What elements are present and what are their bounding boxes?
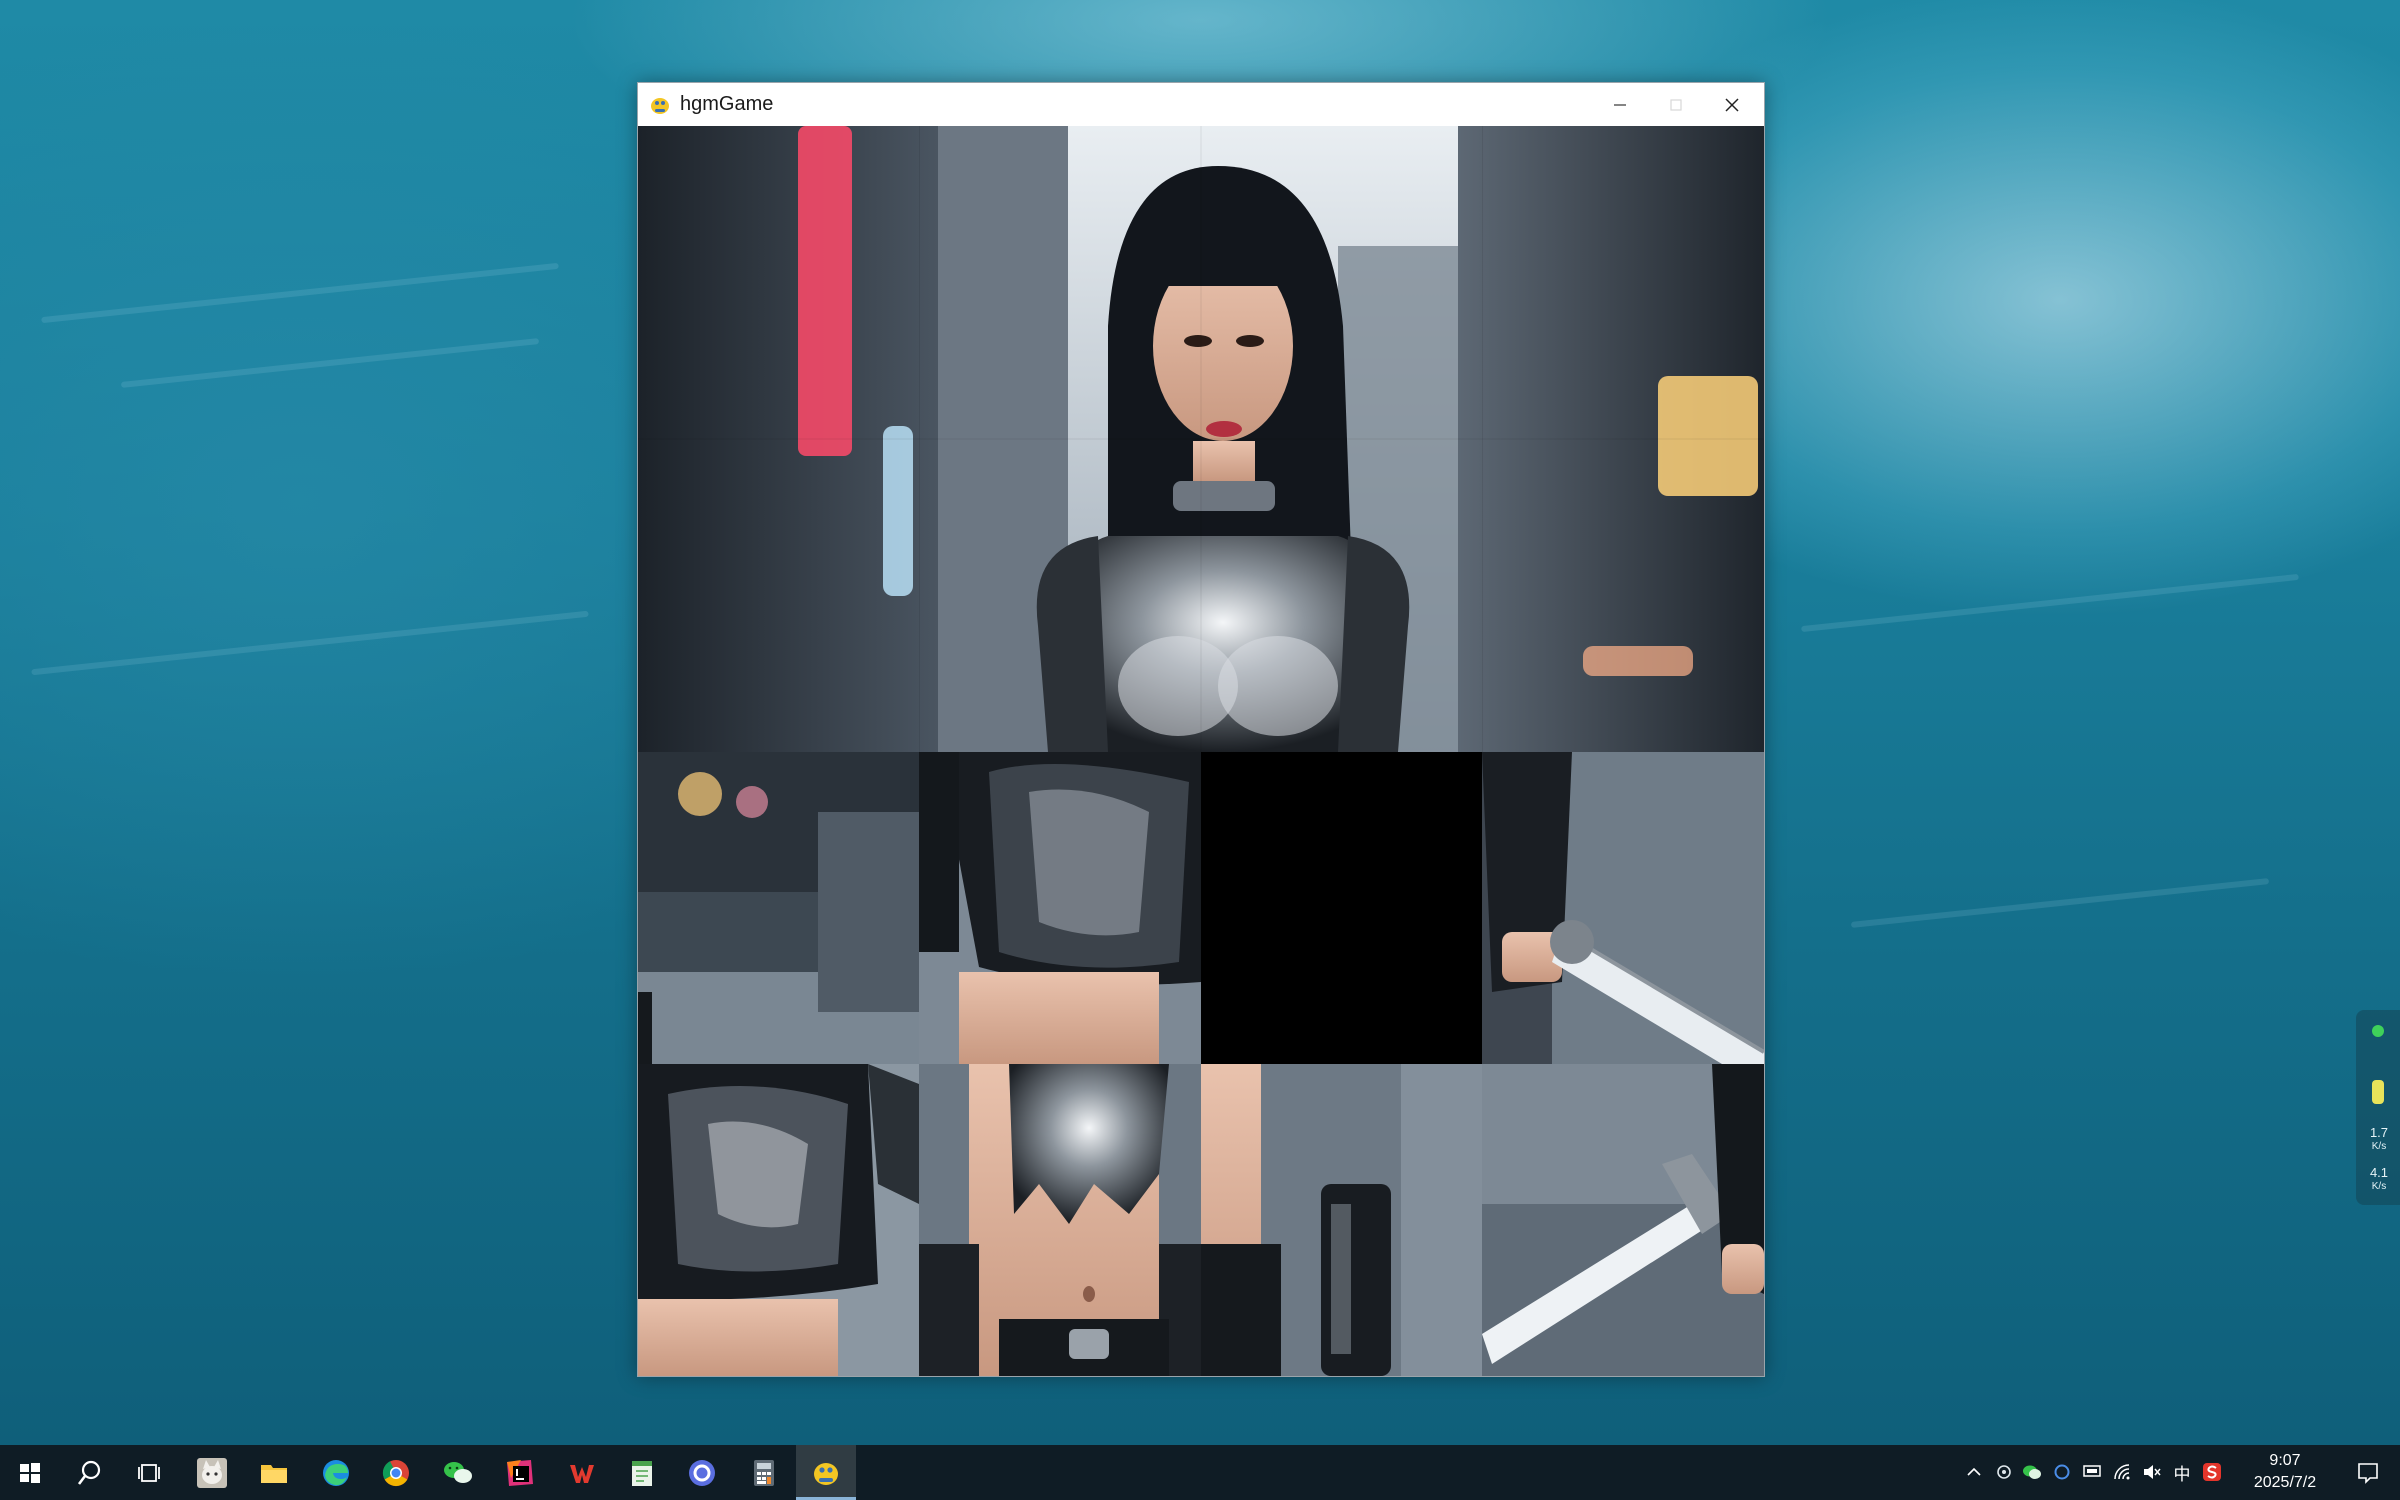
window-title: hgmGame [680, 93, 774, 115]
puzzle-board [638, 126, 1764, 1376]
search-icon [77, 1460, 101, 1485]
game-window: hgmGame [637, 82, 1765, 1377]
edge-icon [323, 1459, 349, 1486]
wave-streak [31, 610, 589, 676]
windows-logo-icon [20, 1462, 40, 1483]
puzzle-tile-group-top[interactable] [638, 126, 1764, 752]
chrome-icon [382, 1459, 409, 1486]
circle-app-icon [689, 1459, 715, 1486]
wifi-icon [2114, 1464, 2130, 1480]
puzzle-tile[interactable] [638, 752, 919, 1064]
chevron-up-icon [1967, 1467, 1981, 1476]
taskbar-app-intellij[interactable] [490, 1445, 550, 1500]
tray-volume-button[interactable] [2140, 1460, 2164, 1484]
taskbar-app-notepad[interactable] [612, 1445, 672, 1500]
upload-unit: K/s [2371, 1141, 2387, 1152]
wechat-icon [444, 1461, 472, 1483]
download-speed: 4.1 [2369, 1165, 2389, 1180]
download-unit: K/s [2371, 1181, 2387, 1192]
cloud-app-icon [1997, 1465, 2011, 1479]
wave-streak [120, 338, 540, 388]
python-game-icon [814, 1463, 838, 1485]
tray-sync-icon-button[interactable] [2050, 1460, 2074, 1484]
notification-center-button[interactable] [2340, 1445, 2396, 1500]
clock-date: 2025/7/2 [2253, 1474, 2317, 1491]
maximize-button[interactable] [1648, 83, 1704, 126]
ring-icon [2054, 1464, 2070, 1480]
start-button[interactable] [0, 1445, 60, 1500]
taskbar-app-file-explorer[interactable] [244, 1445, 304, 1500]
python-game-icon [648, 92, 672, 116]
taskbar-app-chrome[interactable] [366, 1445, 426, 1500]
puzzle-tile[interactable] [1482, 1064, 1764, 1376]
puzzle-tile[interactable] [919, 1064, 1201, 1376]
minimize-icon [1614, 103, 1626, 106]
intellij-icon [507, 1459, 533, 1486]
minimize-button[interactable] [1592, 83, 1648, 126]
taskbar-app-avatar[interactable] [182, 1445, 242, 1500]
puzzle-tile[interactable] [919, 752, 1201, 1064]
puzzle-tile[interactable] [1201, 1064, 1482, 1376]
taskbar-app-calculator[interactable] [734, 1445, 794, 1500]
tray-wechat-icon-button[interactable] [2020, 1460, 2044, 1484]
tray-display-icon-button[interactable] [2080, 1460, 2104, 1484]
cat-avatar-icon [197, 1457, 227, 1488]
taskbar-clock[interactable]: 9:07 2025/7/2 [2230, 1450, 2340, 1494]
wave-streak [1801, 573, 2299, 633]
task-view-icon [138, 1463, 160, 1482]
taskbar-app-circle[interactable] [672, 1445, 732, 1500]
wechat-icon [2023, 1465, 2041, 1479]
wps-icon [570, 1464, 594, 1483]
volume-muted-icon [2144, 1465, 2161, 1479]
tray-network-button[interactable] [2110, 1460, 2134, 1484]
close-icon [1725, 97, 1739, 112]
taskbar: 中 9:07 2025/7/2 [0, 1445, 2400, 1500]
puzzle-tile[interactable] [1482, 752, 1764, 1064]
empty-tile-slot [1201, 752, 1482, 1064]
calculator-icon [754, 1459, 774, 1486]
upload-speed: 1.7 [2369, 1125, 2389, 1140]
sogou-ime-icon [2203, 1463, 2221, 1481]
display-icon [2083, 1465, 2101, 1477]
close-button[interactable] [1704, 83, 1760, 126]
search-button[interactable] [60, 1445, 120, 1500]
taskbar-app-wps[interactable] [552, 1445, 612, 1500]
taskbar-app-edge[interactable] [306, 1445, 366, 1500]
notepad-icon [632, 1460, 652, 1486]
maximize-icon [1670, 98, 1682, 111]
taskbar-app-hgmgame[interactable] [796, 1445, 856, 1500]
notification-icon [2358, 1462, 2378, 1484]
task-view-button[interactable] [120, 1445, 180, 1500]
ime-indicator[interactable]: 中 [2170, 1460, 2194, 1484]
tray-overflow-button[interactable] [1962, 1460, 1986, 1484]
wave-streak [1850, 878, 2270, 928]
memory-bar-icon [2372, 1080, 2384, 1104]
tray-app-icon[interactable] [1992, 1460, 2016, 1484]
folder-icon [261, 1464, 287, 1483]
clock-time: 9:07 [2269, 1452, 2301, 1469]
status-dot-icon [2372, 1025, 2384, 1037]
wave-streak [41, 262, 559, 324]
tray-sogou-button[interactable] [2200, 1460, 2224, 1484]
puzzle-tile[interactable] [638, 1064, 919, 1376]
taskbar-app-wechat[interactable] [428, 1445, 488, 1500]
window-titlebar[interactable]: hgmGame [638, 83, 1764, 126]
network-speed-widget[interactable]: 1.7 K/s 4.1 K/s [2356, 1010, 2400, 1205]
